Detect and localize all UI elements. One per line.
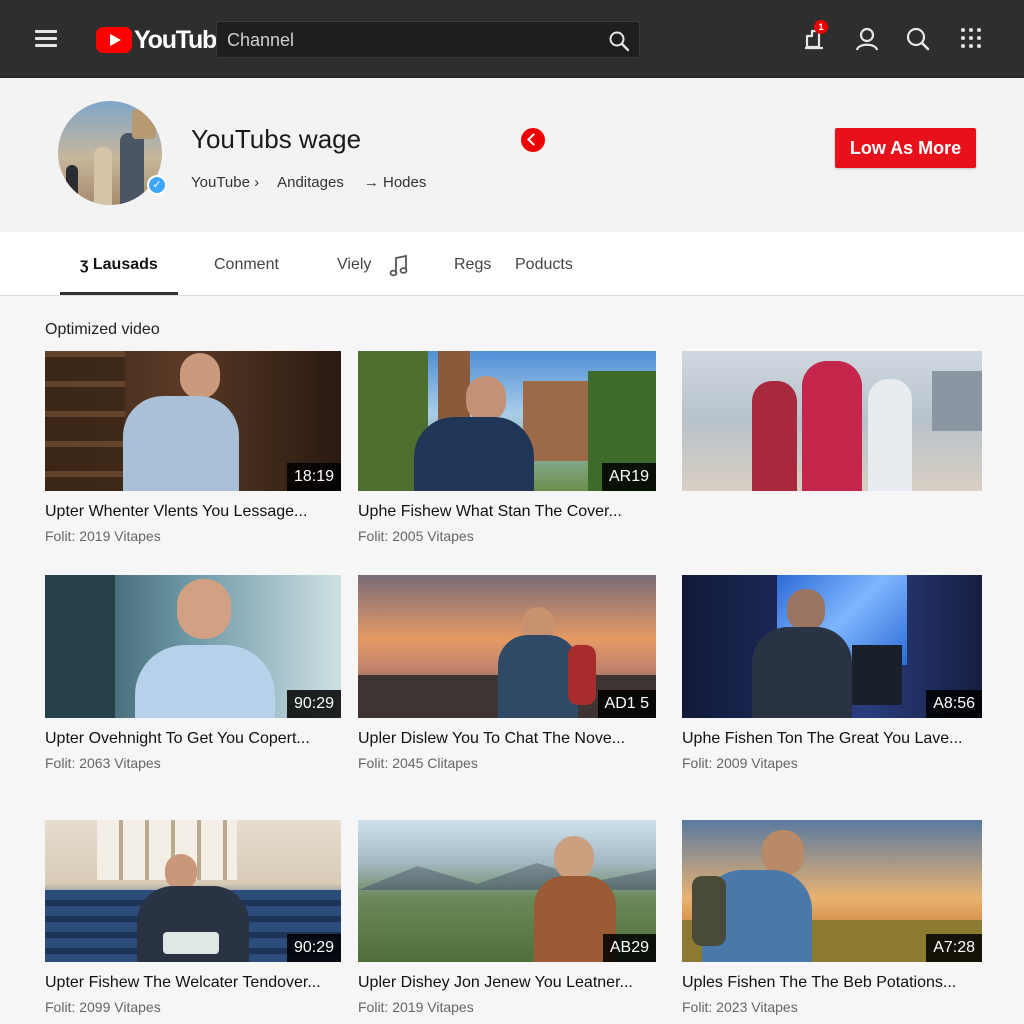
- verified-icon: ✓: [147, 175, 167, 195]
- video-duration: A7:28: [926, 934, 982, 962]
- video-duration: AB29: [602, 934, 656, 962]
- breadcrumb-item[interactable]: → Hodes: [364, 174, 427, 191]
- video-meta: Folit: 2019 Vitapes: [358, 999, 474, 1015]
- video-card[interactable]: [682, 351, 982, 510]
- video-thumbnail[interactable]: A7:28: [682, 820, 982, 962]
- channel-title: YouTubs wage: [191, 124, 362, 154]
- video-meta: Folit: 2099 Vitapes: [45, 999, 161, 1015]
- video-meta: Folit: 2063 Vitapes: [45, 755, 161, 771]
- search-icon[interactable]: [607, 29, 631, 53]
- video-title[interactable]: Upler Dishey Jon Jenew You Leatner...: [358, 974, 656, 992]
- search-box: [216, 21, 640, 58]
- breadcrumb-item[interactable]: Anditages: [277, 174, 344, 191]
- tab-regs[interactable]: Regs: [454, 256, 491, 274]
- music-note-icon[interactable]: [388, 254, 410, 278]
- tab-poducts[interactable]: Poducts: [515, 256, 573, 274]
- search-input[interactable]: [227, 29, 587, 51]
- video-thumbnail[interactable]: AD1 5: [358, 575, 656, 718]
- video-card[interactable]: 90:29 Upter Fishew The Welcater Tendover…: [45, 820, 341, 1015]
- top-bar: YouTube 1: [0, 0, 1024, 78]
- channel-avatar[interactable]: [58, 101, 162, 205]
- video-card[interactable]: A7:28 Uples Fishen The The Beb Potations…: [682, 820, 982, 1015]
- video-card[interactable]: 90:29 Upter Ovehnight To Get You Copert.…: [45, 575, 341, 771]
- back-arrow-icon[interactable]: [521, 128, 545, 152]
- notifications-icon[interactable]: 1: [800, 20, 830, 54]
- tab-lausads[interactable]: ʒ Lausads: [80, 256, 158, 274]
- active-tab-indicator: [60, 292, 178, 295]
- search-secondary-icon[interactable]: [903, 24, 933, 54]
- youtube-logo[interactable]: YouTube: [96, 24, 230, 56]
- video-duration: A8:56: [926, 690, 982, 718]
- tab-conment[interactable]: Conment: [214, 256, 279, 274]
- video-thumbnail[interactable]: [682, 351, 982, 491]
- video-card[interactable]: AD1 5 Upler Dislew You To Chat The Nove.…: [358, 575, 656, 771]
- video-meta: Folit: 2045 Clitapes: [358, 755, 478, 771]
- video-meta: Folit: 2019 Vitapes: [45, 528, 161, 544]
- video-meta: Folit: 2009 Vitapes: [682, 755, 798, 771]
- video-thumbnail[interactable]: AR19: [358, 351, 656, 491]
- tab-viely[interactable]: Viely: [337, 256, 371, 274]
- notification-badge: 1: [814, 20, 828, 34]
- video-card[interactable]: AR19 Uphe Fishew What Stan The Cover... …: [358, 351, 656, 544]
- video-title[interactable]: Upter Whenter Vlents You Lessage...: [45, 503, 341, 521]
- video-title[interactable]: Uphe Fishen Ton The Great You Lave...: [682, 730, 982, 748]
- logo-text: YouTube: [134, 25, 230, 54]
- video-card[interactable]: AB29 Upler Dishey Jon Jenew You Leatner.…: [358, 820, 656, 1015]
- video-meta: Folit: 2023 Vitapes: [682, 999, 798, 1015]
- video-duration: AR19: [601, 463, 656, 491]
- account-icon[interactable]: [852, 24, 882, 54]
- video-thumbnail[interactable]: 18:19: [45, 351, 341, 491]
- video-title[interactable]: Upter Ovehnight To Get You Copert...: [45, 730, 341, 748]
- video-card[interactable]: 18:19 Upter Whenter Vlents You Lessage..…: [45, 351, 341, 544]
- subscribe-button[interactable]: Low As More: [835, 128, 976, 168]
- video-duration: AD1 5: [597, 690, 656, 718]
- play-logo-icon: [96, 27, 132, 53]
- video-thumbnail[interactable]: A8:56: [682, 575, 982, 718]
- video-title[interactable]: Upler Dislew You To Chat The Nove...: [358, 730, 656, 748]
- video-duration: 18:19: [286, 463, 341, 491]
- video-thumbnail[interactable]: 90:29: [45, 575, 341, 718]
- video-thumbnail[interactable]: 90:29: [45, 820, 341, 962]
- breadcrumb: YouTube › Anditages → Hodes: [191, 174, 426, 191]
- video-title[interactable]: Uples Fishen The The Beb Potations...: [682, 974, 982, 992]
- breadcrumb-item[interactable]: YouTube ›: [191, 174, 259, 191]
- video-thumbnail[interactable]: AB29: [358, 820, 656, 962]
- video-meta: Folit: 2005 Vitapes: [358, 528, 474, 544]
- video-duration: 90:29: [286, 934, 341, 962]
- video-title[interactable]: Uphe Fishew What Stan The Cover...: [358, 503, 656, 521]
- video-duration: 90:29: [286, 690, 341, 718]
- channel-header: ✓ YouTubs wage YouTube › Anditages → Hod…: [0, 79, 1024, 232]
- section-title: Optimized video: [45, 321, 160, 338]
- hamburger-menu-icon[interactable]: [34, 26, 62, 52]
- apps-grid-icon[interactable]: [957, 24, 987, 54]
- video-title[interactable]: Upter Fishew The Welcater Tendover...: [45, 974, 341, 992]
- channel-tabs: ʒ Lausads Conment Viely Regs Poducts: [0, 232, 1024, 296]
- video-card[interactable]: A8:56 Uphe Fishen Ton The Great You Lave…: [682, 575, 982, 771]
